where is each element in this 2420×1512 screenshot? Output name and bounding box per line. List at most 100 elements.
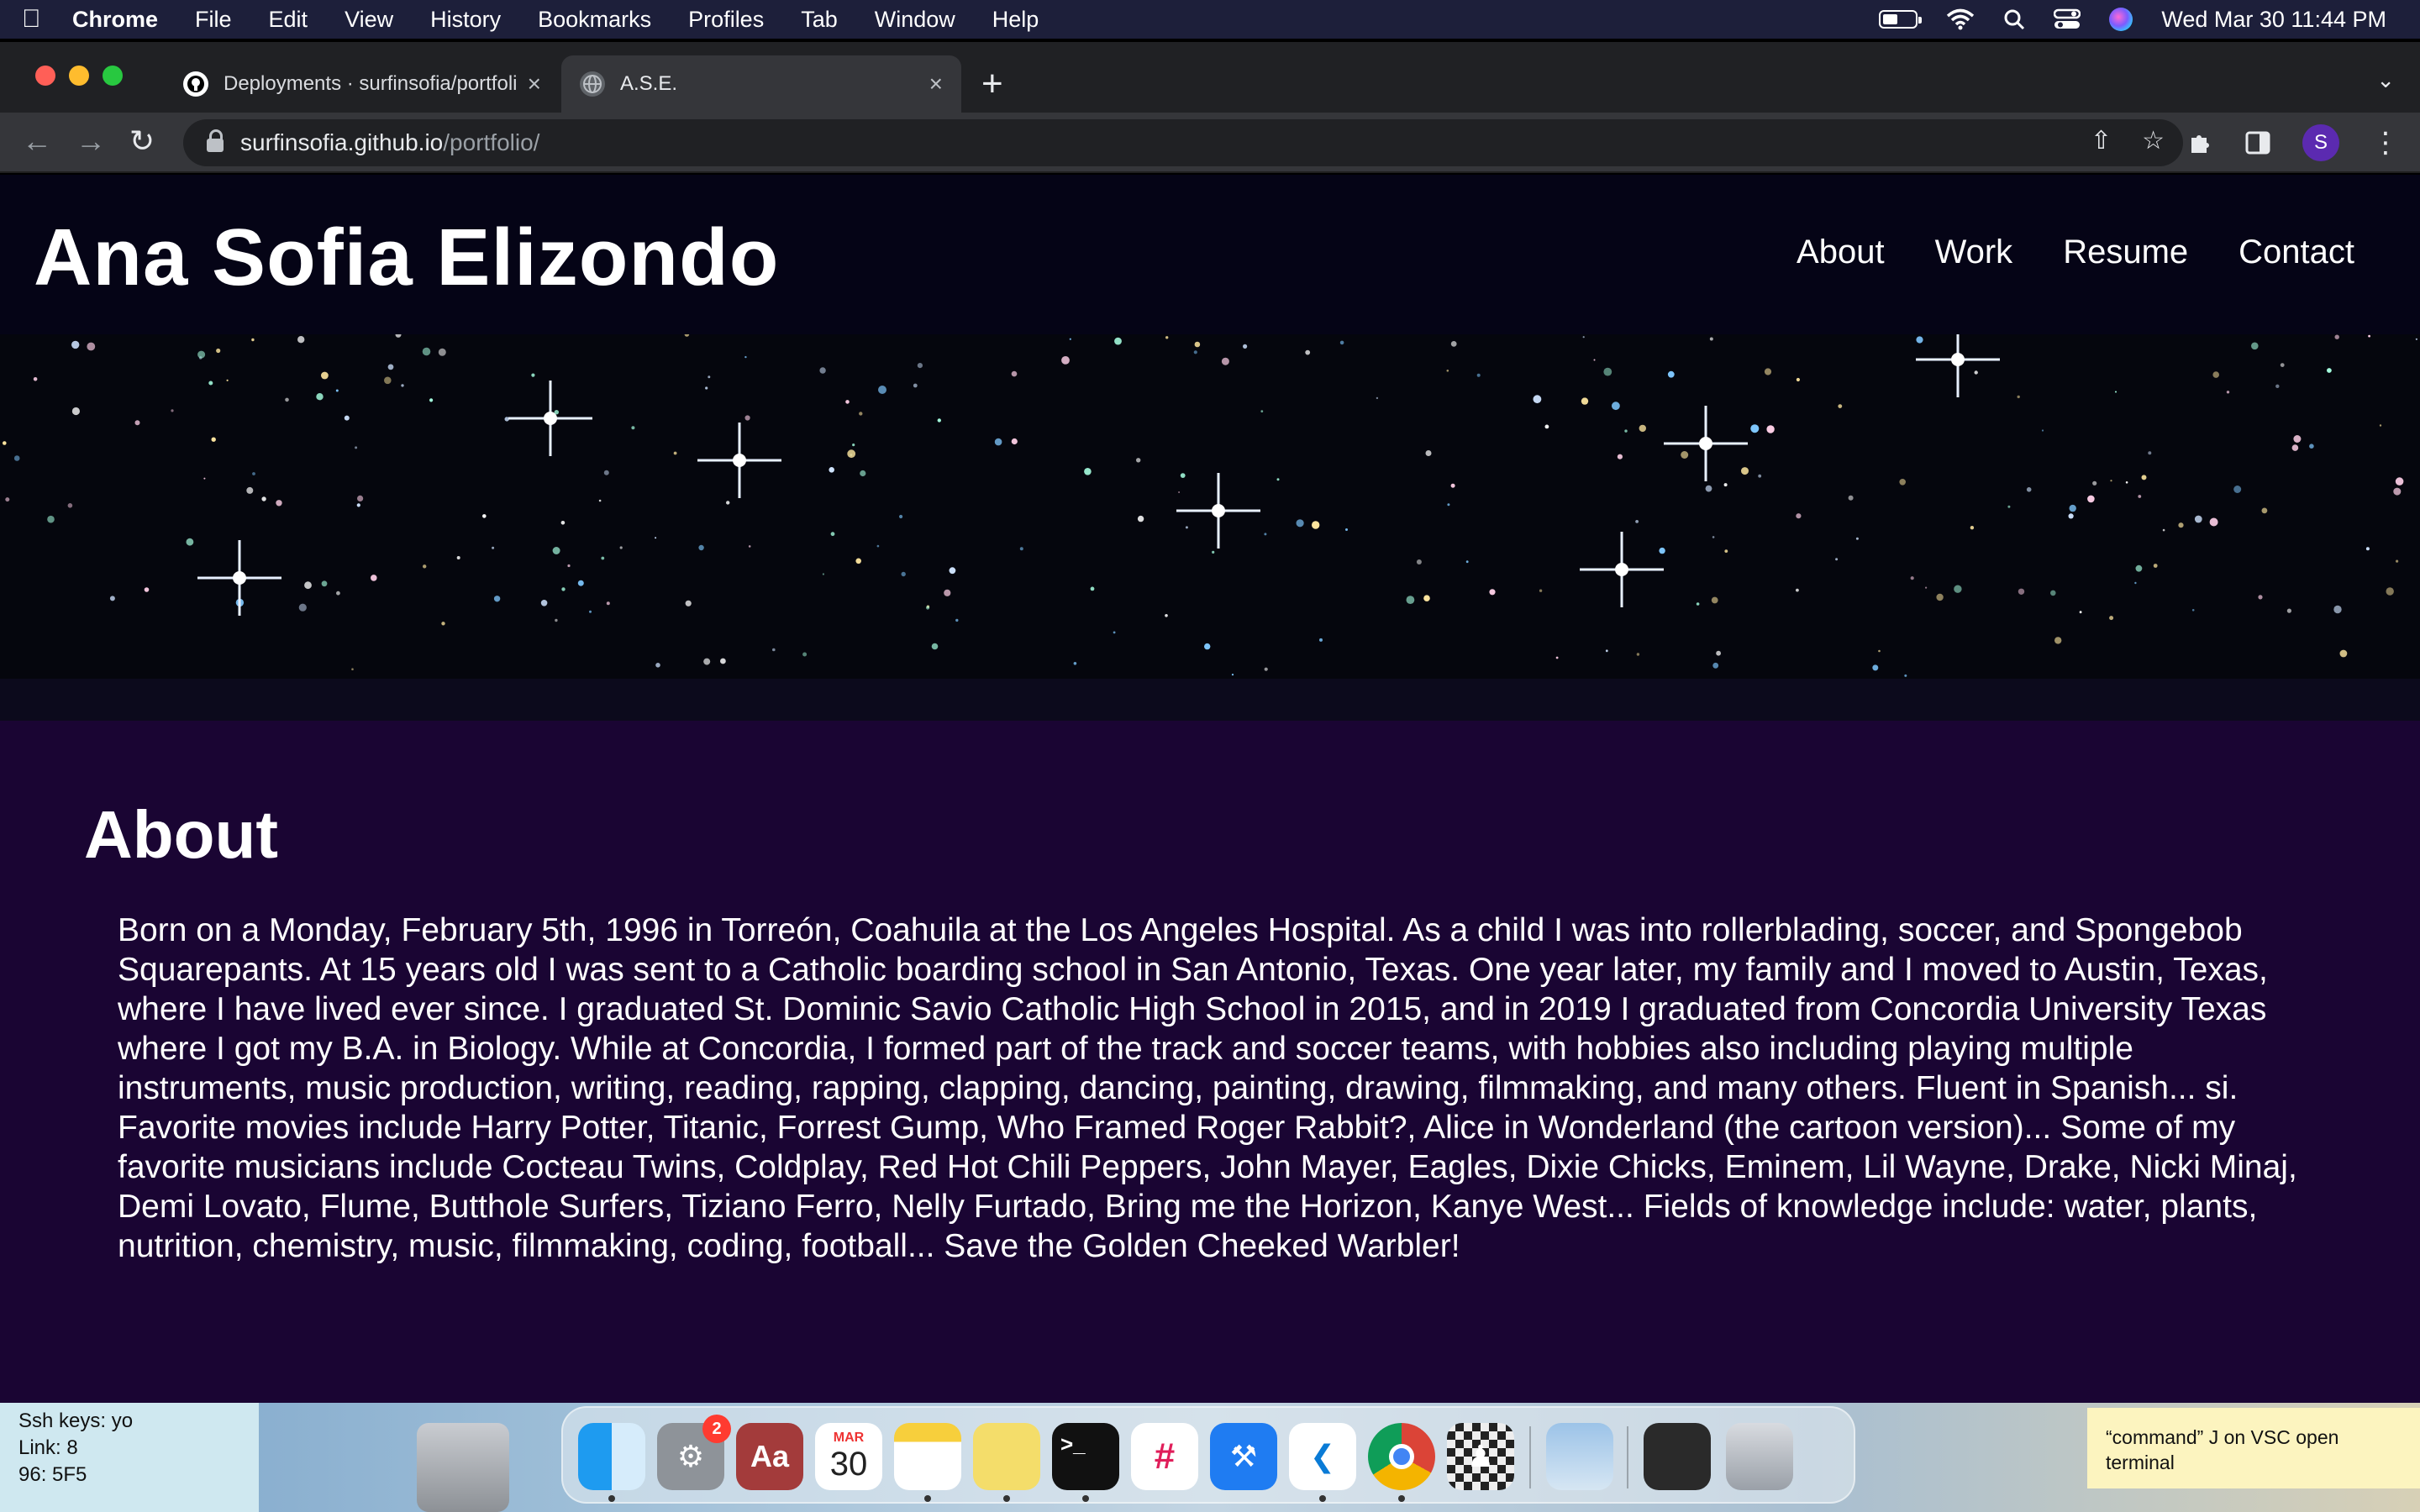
chess-icon[interactable]: ♟ [1447,1423,1514,1490]
tab-deployments[interactable]: Deployments · surfinsofia/portfolio × [165,55,560,113]
reload-icon[interactable]: ↻ [129,124,155,158]
menu-profiles[interactable]: Profiles [688,7,764,33]
star [1136,458,1141,463]
star [1450,483,1455,488]
star [2050,590,2056,596]
star [1635,520,1639,523]
tab-close-icon[interactable]: × [528,71,541,97]
menu-view[interactable]: View [345,7,393,33]
star [1603,367,1612,376]
sticky-note-left[interactable]: Ssh keys: yo Link: 8 96: 5F5 [0,1403,259,1512]
star [67,503,73,508]
star [2115,391,2117,393]
slack-icon[interactable]: # [1131,1423,1198,1490]
star [726,501,730,505]
star [1319,638,1323,642]
profile-avatar[interactable]: S [2302,124,2339,161]
forward-arrow-icon[interactable]: → [76,124,106,158]
site-nav: About Work Resume Contact [1797,234,2354,271]
dictionary-icon[interactable]: Aa [736,1423,803,1490]
star [540,600,548,606]
control-center-icon[interactable] [2054,8,2081,30]
star [899,514,903,519]
star [208,381,213,386]
star [802,652,808,657]
menubar-clock[interactable]: Wed Mar 30 11:44 PM [2161,7,2386,33]
back-arrow-icon[interactable]: ← [22,124,52,158]
star [2233,486,2242,493]
side-panel-icon[interactable] [2245,131,2270,155]
notes-icon[interactable] [894,1423,961,1502]
star [1705,485,1712,492]
star [2191,609,2195,612]
battery-icon[interactable] [1879,10,1923,29]
menu-help[interactable]: Help [992,7,1039,33]
star [356,503,360,507]
nav-link-about[interactable]: About [1797,234,1885,271]
star [1243,344,1248,349]
nav-link-contact[interactable]: Contact [2238,234,2354,271]
menu-bookmarks[interactable]: Bookmarks [538,7,651,33]
address-bar[interactable]: surfinsofia.github.io/portfolio/ ⇧ ☆ [183,119,2183,166]
star [1764,368,1772,375]
star [949,567,956,575]
site-title[interactable]: Ana Sofia Elizondo [34,212,779,304]
star [2041,429,2044,432]
menu-tab[interactable]: Tab [801,7,838,33]
extensions-puzzle-icon[interactable] [2188,130,2213,155]
window-minimize-button[interactable] [69,66,89,86]
downloads-stack-icon[interactable] [1644,1423,1711,1490]
nav-link-resume[interactable]: Resume [2063,234,2188,271]
preview-icon[interactable] [1546,1423,1613,1490]
new-tab-button[interactable]: + [981,66,1003,102]
star [395,334,402,338]
star [171,409,174,412]
tab-ase[interactable]: A.S.E. × [561,55,961,113]
finder-icon[interactable] [578,1423,645,1502]
wifi-icon[interactable] [1946,8,1975,30]
share-icon[interactable]: ⇧ [2091,126,2112,155]
system-preferences-icon[interactable]: ⚙ 2 [657,1415,731,1490]
terminal-icon[interactable]: >_ [1052,1423,1119,1502]
chrome-icon[interactable] [1368,1423,1435,1502]
sticky-line: Link: 8 [18,1436,78,1459]
menu-file[interactable]: File [195,7,232,33]
sticky-note-right[interactable]: “command” J on VSC open terminal [2087,1408,2420,1488]
star [1724,549,1728,553]
siri-icon[interactable] [2109,8,2133,31]
bookmark-star-icon[interactable]: ☆ [2142,126,2165,155]
window-close-button[interactable] [35,66,55,86]
tab-close-icon[interactable]: × [929,71,943,97]
star [1639,424,1647,433]
star [2261,507,2268,514]
star [276,500,282,507]
nav-link-work[interactable]: Work [1935,234,2013,271]
stickies-icon[interactable] [973,1423,1040,1502]
hard-drive-icon[interactable] [417,1423,509,1512]
star-flare [1664,406,1748,481]
star [1465,560,1469,564]
xcode-icon[interactable]: ⚒ [1210,1423,1277,1490]
chrome-menu-icon[interactable]: ⋮ [2371,126,2400,160]
star [2415,338,2417,340]
url-text[interactable]: surfinsofia.github.io/portfolio/ [240,129,539,156]
star [1090,586,1095,591]
star [1593,359,1596,361]
tab-search-chevron-icon[interactable]: ⌄ [2376,67,2395,93]
star [1165,336,1169,339]
menu-app-chrome[interactable]: Chrome [72,7,158,33]
window-zoom-button[interactable] [103,66,123,86]
lock-icon[interactable] [207,129,224,152]
calendar-icon[interactable]: MAR 30 [815,1423,882,1490]
trash-icon[interactable] [1726,1423,1793,1490]
star [297,336,305,344]
menu-window[interactable]: Window [875,7,955,33]
menu-history[interactable]: History [430,7,501,33]
spotlight-search-icon[interactable] [2003,8,2025,30]
star [603,470,609,475]
apple-menu-icon[interactable]:  [22,5,72,34]
menu-edit[interactable]: Edit [269,7,308,33]
star [852,444,855,447]
star [2251,342,2259,350]
vscode-icon[interactable]: ❮ [1289,1423,1356,1502]
